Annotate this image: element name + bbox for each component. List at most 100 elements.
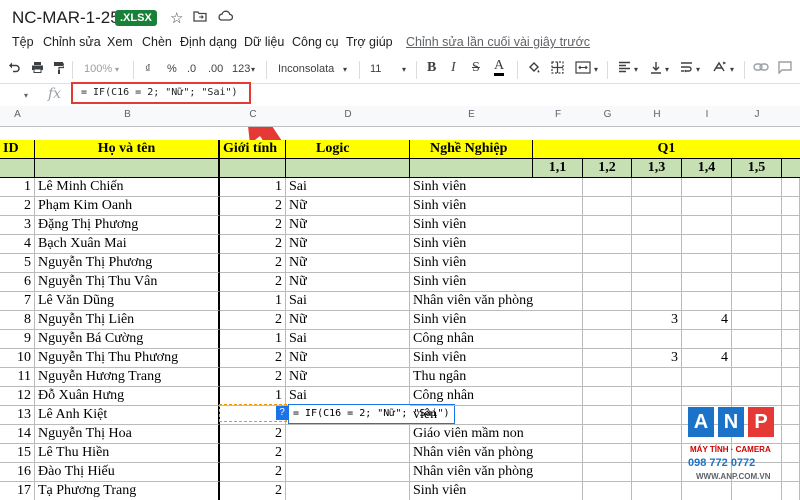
q1-cell[interactable] [583, 444, 632, 463]
text-rotation-icon[interactable] [712, 61, 727, 76]
q1-cell[interactable] [682, 368, 732, 387]
q1-cell[interactable] [632, 235, 682, 254]
job-cell[interactable]: Sinh viên [410, 178, 533, 197]
q1-cell[interactable] [782, 216, 800, 235]
gender-cell[interactable]: 1 [220, 292, 286, 311]
q1-cell[interactable] [732, 197, 782, 216]
chevron-down-icon[interactable]: ▾ [696, 65, 700, 74]
id-cell[interactable]: 7 [0, 292, 35, 311]
q1-cell[interactable] [732, 349, 782, 368]
q1-cell[interactable]: 4 [682, 349, 732, 368]
chevron-down-icon[interactable]: ▾ [594, 65, 598, 74]
job-cell[interactable]: Sinh viên [410, 273, 533, 292]
job-cell[interactable]: viên [410, 406, 533, 425]
logic-cell[interactable]: Nữ [286, 235, 410, 254]
sub-header-cell[interactable] [286, 159, 410, 178]
q1-cell[interactable] [732, 330, 782, 349]
q1-cell[interactable] [533, 311, 583, 330]
q1-cell[interactable] [533, 254, 583, 273]
name-cell[interactable]: Lê Văn Dũng [35, 292, 220, 311]
header-job[interactable]: Nghề Nghiệp [410, 140, 533, 159]
chevron-down-icon[interactable]: ▾ [665, 65, 669, 74]
menu-insert[interactable]: Chèn [142, 35, 172, 49]
q1-cell[interactable] [533, 368, 583, 387]
q1-cell[interactable] [632, 273, 682, 292]
italic-icon[interactable]: I [451, 60, 456, 76]
job-cell[interactable]: Giáo viên mầm non [410, 425, 533, 444]
sub-header-cell[interactable]: 1,5 [732, 159, 782, 178]
header-q1[interactable]: Q1 [533, 140, 800, 159]
name-cell[interactable]: Đặng Thị Phương [35, 216, 220, 235]
gender-cell[interactable]: 2 [220, 311, 286, 330]
q1-cell[interactable] [533, 292, 583, 311]
header-logic[interactable]: Logic [286, 140, 410, 159]
q1-cell[interactable] [682, 292, 732, 311]
logic-cell[interactable]: Nữ [286, 273, 410, 292]
menu-help[interactable]: Trợ giúp [346, 35, 393, 49]
print-icon[interactable] [31, 61, 44, 76]
q1-cell[interactable] [583, 463, 632, 482]
q1-cell[interactable] [632, 216, 682, 235]
name-cell[interactable]: Nguyễn Thị Thu Phương [35, 349, 220, 368]
q1-cell[interactable] [632, 292, 682, 311]
column-header[interactable]: F [533, 109, 583, 120]
name-cell[interactable]: Nguyễn Thị Thu Vân [35, 273, 220, 292]
gender-cell[interactable]: 2 [220, 368, 286, 387]
q1-cell[interactable] [533, 273, 583, 292]
formula-help-icon[interactable]: ? [276, 406, 288, 420]
id-cell[interactable]: 16 [0, 463, 35, 482]
gender-cell[interactable]: 2 [220, 463, 286, 482]
q1-cell[interactable] [632, 330, 682, 349]
font-family-select[interactable]: Inconsolata [278, 63, 334, 75]
move-folder-icon[interactable] [193, 9, 207, 26]
q1-cell[interactable] [782, 292, 800, 311]
sub-header-cell[interactable]: 1,4 [682, 159, 732, 178]
q1-cell[interactable] [533, 178, 583, 197]
merge-cells-icon[interactable] [575, 61, 591, 77]
text-color-icon[interactable]: A [494, 58, 505, 76]
gender-cell[interactable]: 2 [220, 197, 286, 216]
formula-input[interactable]: = IF(C16 = 2; "Nữ"; "Sai") [71, 82, 251, 104]
q1-cell[interactable] [583, 254, 632, 273]
q1-cell[interactable] [632, 178, 682, 197]
q1-cell[interactable] [682, 197, 732, 216]
id-cell[interactable]: 10 [0, 349, 35, 368]
q1-cell[interactable] [732, 178, 782, 197]
q1-cell[interactable] [682, 178, 732, 197]
gender-cell[interactable]: 1 [220, 330, 286, 349]
q1-cell[interactable] [533, 387, 583, 406]
name-cell[interactable]: Lê Thu Hiền [35, 444, 220, 463]
gender-cell[interactable]: 2 [220, 235, 286, 254]
gender-cell[interactable]: 2 [220, 425, 286, 444]
q1-cell[interactable] [782, 254, 800, 273]
header-name[interactable]: Họ và tên [35, 140, 220, 159]
cloud-status-icon[interactable] [217, 9, 234, 26]
q1-cell[interactable] [583, 406, 632, 425]
logic-cell[interactable]: Nữ [286, 368, 410, 387]
undo-icon[interactable] [8, 61, 20, 76]
job-cell[interactable]: Thu ngân [410, 368, 533, 387]
q1-cell[interactable] [682, 387, 732, 406]
q1-cell[interactable] [533, 235, 583, 254]
menu-format[interactable]: Định dạng [180, 35, 237, 49]
job-cell[interactable]: Sinh viên [410, 311, 533, 330]
gender-cell[interactable]: 2 [220, 216, 286, 235]
chevron-down-icon[interactable]: ▾ [730, 65, 734, 74]
id-cell[interactable]: 17 [0, 482, 35, 500]
q1-cell[interactable] [782, 273, 800, 292]
insert-comment-icon[interactable] [778, 61, 792, 77]
q1-cell[interactable] [782, 197, 800, 216]
name-cell[interactable]: Đỗ Xuân Hưng [35, 387, 220, 406]
gender-cell[interactable]: 2 [220, 254, 286, 273]
q1-cell[interactable] [533, 463, 583, 482]
chevron-down-icon[interactable]: ▾ [251, 65, 255, 74]
q1-cell[interactable] [533, 406, 583, 425]
name-cell[interactable]: Tạ Phương Trang [35, 482, 220, 500]
menu-file[interactable]: Tệp [12, 35, 34, 49]
q1-cell[interactable] [632, 482, 682, 500]
chevron-down-icon[interactable]: ▾ [24, 91, 28, 100]
id-cell[interactable]: 3 [0, 216, 35, 235]
q1-cell[interactable] [632, 368, 682, 387]
increase-decimal-button[interactable]: .00 [208, 63, 223, 75]
column-header[interactable]: A [0, 109, 35, 120]
